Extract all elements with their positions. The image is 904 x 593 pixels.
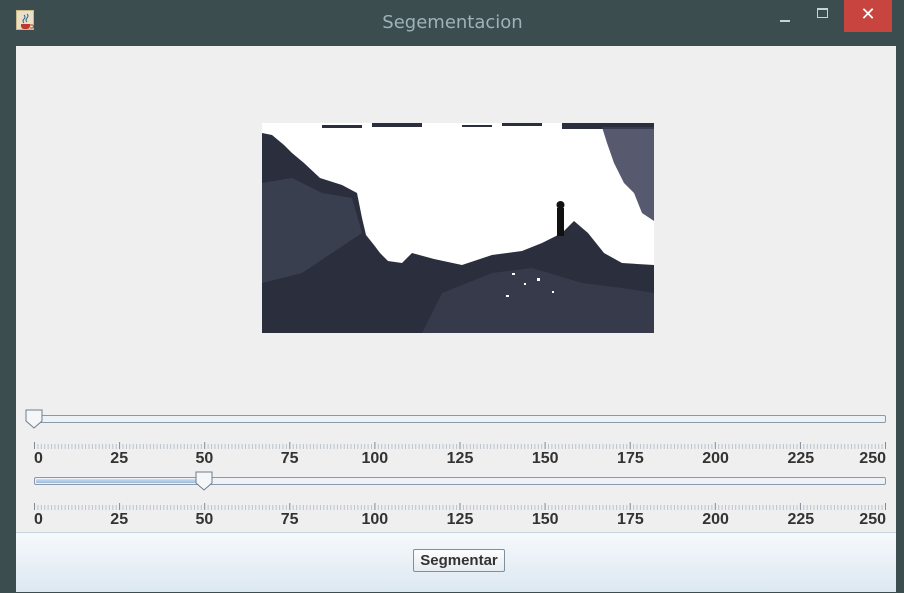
minimize-button[interactable] — [769, 0, 801, 32]
slider-tick-label: 0 — [34, 450, 43, 467]
slider-track[interactable] — [34, 415, 886, 423]
segmented-image — [262, 123, 654, 333]
slider-tick-marks — [34, 503, 886, 510]
slider-tick-label: 75 — [280, 450, 299, 467]
threshold-slider-1[interactable] — [25, 409, 894, 429]
slider-tick-label: 250 — [859, 511, 886, 528]
slider-ticks — [34, 498, 886, 510]
slider-tick-label: 0 — [34, 511, 43, 528]
slider-tick-label: 75 — [280, 511, 299, 528]
slider-tick-label: 225 — [787, 511, 815, 528]
slider-tick-label: 25 — [110, 511, 129, 528]
slider-thumb[interactable] — [25, 409, 43, 429]
slider-tick-label: 175 — [617, 511, 644, 528]
slider-tick-label: 125 — [446, 450, 474, 467]
slider-ticks — [34, 437, 886, 449]
slider-tick-label: 25 — [110, 450, 129, 467]
threshold-slider-2[interactable] — [34, 471, 894, 491]
slider-tick-label: 225 — [787, 450, 815, 467]
app-window: Segementacion ✕ 0 25 50 75 100 125 150 1… — [6, 0, 899, 593]
content-panel: 0 25 50 75 100 125 150 175 200 225 250 0 25 50 75 100 1… — [16, 46, 896, 592]
slider-tick-label: 50 — [195, 450, 214, 467]
slider-labels: 0 25 50 75 100 125 150 175 200 225 250 — [34, 511, 886, 529]
slider-tick-label: 150 — [531, 450, 559, 467]
slider-fill — [36, 479, 205, 483]
maximize-button[interactable] — [806, 0, 838, 32]
slider-tick-label: 100 — [361, 511, 389, 528]
slider-tick-label: 100 — [361, 450, 389, 467]
slider-tick-label: 150 — [531, 511, 559, 528]
slider-tick-label: 250 — [859, 450, 886, 467]
slider-tick-label: 175 — [617, 450, 644, 467]
title-bar[interactable]: Segementacion ✕ — [6, 0, 899, 46]
slider-thumb[interactable] — [195, 471, 213, 491]
segmented-photo-picture — [262, 123, 654, 333]
action-bar: Segmentar — [16, 532, 896, 592]
window-title: Segementacion — [382, 12, 523, 33]
slider-tick-label: 200 — [702, 511, 729, 528]
slider-track[interactable] — [34, 477, 886, 485]
slider-tick-label: 200 — [702, 450, 729, 467]
slider-tick-marks — [34, 442, 886, 449]
close-button[interactable]: ✕ — [844, 0, 892, 32]
slider-tick-label: 125 — [446, 511, 474, 528]
segment-button[interactable]: Segmentar — [413, 549, 505, 572]
slider-tick-label: 50 — [195, 511, 214, 528]
slider-labels: 0 25 50 75 100 125 150 175 200 225 250 — [34, 450, 886, 468]
